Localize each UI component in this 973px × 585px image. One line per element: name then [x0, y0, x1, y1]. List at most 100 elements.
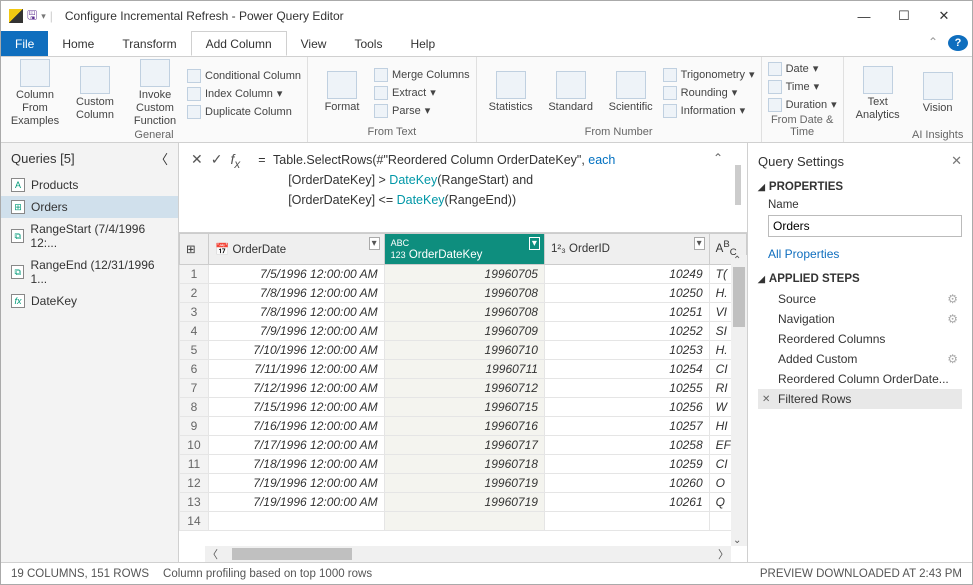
cell-orderdatekey[interactable]	[384, 512, 544, 531]
information-button[interactable]: Information ▾	[663, 103, 755, 119]
index-column-button[interactable]: Index Column ▾	[187, 86, 301, 102]
accept-formula-icon[interactable]: ✓	[211, 151, 223, 171]
cell-orderid[interactable]: 10253	[544, 341, 709, 360]
row-number[interactable]: 7	[180, 379, 209, 398]
formula-text[interactable]: = Table.SelectRows(#"Reordered Column Or…	[254, 147, 701, 214]
cell-orderid[interactable]: 10259	[544, 455, 709, 474]
merge-columns-button[interactable]: Merge Columns	[374, 67, 470, 83]
cell-orderdatekey[interactable]: 19960719	[384, 474, 544, 493]
cell-orderdate[interactable]: 7/8/1996 12:00:00 AM	[208, 284, 384, 303]
cell-orderid[interactable]: 10252	[544, 322, 709, 341]
text-analytics-button[interactable]: Text Analytics	[850, 66, 906, 122]
applied-step[interactable]: Reordered Column OrderDate...	[758, 369, 962, 389]
cell-orderid[interactable]: 10261	[544, 493, 709, 512]
cell-orderdate[interactable]: 7/17/1996 12:00:00 AM	[208, 436, 384, 455]
all-properties-link[interactable]: All Properties	[758, 243, 962, 269]
table-row[interactable]: 6 7/11/1996 12:00:00 AM 19960711 10254 C…	[180, 360, 747, 379]
column-header-orderid[interactable]: 1²₃ OrderID▾	[544, 234, 709, 265]
collapse-panel-icon[interactable]: 〈	[155, 149, 168, 168]
cell-orderid[interactable]: 10249	[544, 265, 709, 284]
scroll-left-icon[interactable]: 〈	[205, 546, 220, 562]
save-icon[interactable]: 🖫	[27, 6, 37, 27]
gear-icon[interactable]: ⚙	[947, 312, 958, 326]
cell-orderdate[interactable]: 7/9/1996 12:00:00 AM	[208, 322, 384, 341]
cell-orderid[interactable]: 10257	[544, 417, 709, 436]
query-name-input[interactable]	[768, 215, 962, 237]
collapse-ribbon-icon[interactable]: ⌃	[918, 31, 948, 56]
format-button[interactable]: Format	[314, 71, 370, 114]
cell-orderdate[interactable]: 7/8/1996 12:00:00 AM	[208, 303, 384, 322]
table-row[interactable]: 11 7/18/1996 12:00:00 AM 19960718 10259 …	[180, 455, 747, 474]
close-panel-icon[interactable]: ✕	[951, 153, 962, 169]
scroll-down-icon[interactable]: ⌄	[733, 535, 741, 546]
table-row[interactable]: 13 7/19/1996 12:00:00 AM 19960719 10261 …	[180, 493, 747, 512]
fx-icon[interactable]: fx	[230, 151, 240, 171]
table-row[interactable]: 2 7/8/1996 12:00:00 AM 19960708 10250 H.	[180, 284, 747, 303]
tab-file[interactable]: File	[1, 31, 48, 56]
custom-column-button[interactable]: Custom Column	[67, 66, 123, 122]
cell-orderid[interactable]: 10255	[544, 379, 709, 398]
cell-orderdate[interactable]: 7/10/1996 12:00:00 AM	[208, 341, 384, 360]
table-row[interactable]: 10 7/17/1996 12:00:00 AM 19960717 10258 …	[180, 436, 747, 455]
tab-transform[interactable]: Transform	[108, 31, 190, 56]
tab-home[interactable]: Home	[48, 31, 108, 56]
applied-step[interactable]: Added Custom⚙	[758, 349, 962, 369]
row-number[interactable]: 2	[180, 284, 209, 303]
row-header-corner[interactable]: ⊞	[180, 234, 209, 265]
cell-orderdate[interactable]: 7/19/1996 12:00:00 AM	[208, 474, 384, 493]
table-row[interactable]: 5 7/10/1996 12:00:00 AM 19960710 10253 H…	[180, 341, 747, 360]
table-row[interactable]: 9 7/16/1996 12:00:00 AM 19960716 10257 H…	[180, 417, 747, 436]
minimize-button[interactable]: —	[844, 2, 884, 30]
cell-orderdatekey[interactable]: 19960708	[384, 284, 544, 303]
cell-orderid[interactable]: 10258	[544, 436, 709, 455]
gear-icon[interactable]: ⚙	[947, 292, 958, 306]
parse-button[interactable]: Parse ▾	[374, 103, 470, 119]
trigonometry-button[interactable]: Trigonometry ▾	[663, 67, 755, 83]
conditional-column-button[interactable]: Conditional Column	[187, 68, 301, 84]
applied-steps-section[interactable]: ◢APPLIED STEPS	[758, 269, 962, 289]
column-header-orderdatekey[interactable]: ABC123 OrderDateKey▾	[384, 234, 544, 265]
duration-button[interactable]: Duration ▾	[768, 97, 837, 113]
cell-orderdate[interactable]: 7/18/1996 12:00:00 AM	[208, 455, 384, 474]
maximize-button[interactable]: ☐	[884, 2, 924, 30]
cell-orderid[interactable]	[544, 512, 709, 531]
time-button[interactable]: Time ▾	[768, 79, 837, 95]
cell-orderdatekey[interactable]: 19960715	[384, 398, 544, 417]
cell-orderdate[interactable]: 7/12/1996 12:00:00 AM	[208, 379, 384, 398]
formula-scrollbar[interactable]	[735, 165, 741, 205]
column-header-orderdate[interactable]: 📅 OrderDate▾	[208, 234, 384, 265]
qat-dropdown-icon[interactable]: ▾	[41, 11, 46, 22]
help-icon[interactable]: ?	[948, 35, 968, 51]
cell-orderid[interactable]: 10256	[544, 398, 709, 417]
row-number[interactable]: 8	[180, 398, 209, 417]
row-number[interactable]: 10	[180, 436, 209, 455]
tab-tools[interactable]: Tools	[340, 31, 396, 56]
row-number[interactable]: 4	[180, 322, 209, 341]
horizontal-scrollbar[interactable]: 〈 〉	[205, 546, 731, 562]
cell-orderdate[interactable]: 7/19/1996 12:00:00 AM	[208, 493, 384, 512]
row-number[interactable]: 14	[180, 512, 209, 531]
table-row[interactable]: 3 7/8/1996 12:00:00 AM 19960708 10251 VI	[180, 303, 747, 322]
table-row[interactable]: 7 7/12/1996 12:00:00 AM 19960712 10255 R…	[180, 379, 747, 398]
tab-help[interactable]: Help	[396, 31, 449, 56]
query-item[interactable]: ⧉RangeStart (7/4/1996 12:...	[1, 218, 178, 254]
row-number[interactable]: 9	[180, 417, 209, 436]
filter-dropdown-icon[interactable]: ▾	[529, 237, 540, 250]
expand-formula-icon[interactable]: ⌃	[709, 147, 727, 169]
vision-button[interactable]: Vision	[910, 72, 966, 115]
row-number[interactable]: 13	[180, 493, 209, 512]
cell-orderdate[interactable]	[208, 512, 384, 531]
row-number[interactable]: 6	[180, 360, 209, 379]
scroll-right-icon[interactable]: 〉	[716, 546, 731, 562]
cell-orderdate[interactable]: 7/5/1996 12:00:00 AM	[208, 265, 384, 284]
row-number[interactable]: 3	[180, 303, 209, 322]
row-number[interactable]: 11	[180, 455, 209, 474]
query-item[interactable]: ⧉RangeEnd (12/31/1996 1...	[1, 254, 178, 290]
scroll-thumb[interactable]	[232, 548, 352, 560]
cancel-formula-icon[interactable]: ✕	[191, 151, 203, 171]
cell-orderdate[interactable]: 7/15/1996 12:00:00 AM	[208, 398, 384, 417]
tab-add-column[interactable]: Add Column	[191, 31, 287, 56]
gear-icon[interactable]: ⚙	[947, 352, 958, 366]
cell-orderdatekey[interactable]: 19960708	[384, 303, 544, 322]
cell-orderdatekey[interactable]: 19960717	[384, 436, 544, 455]
